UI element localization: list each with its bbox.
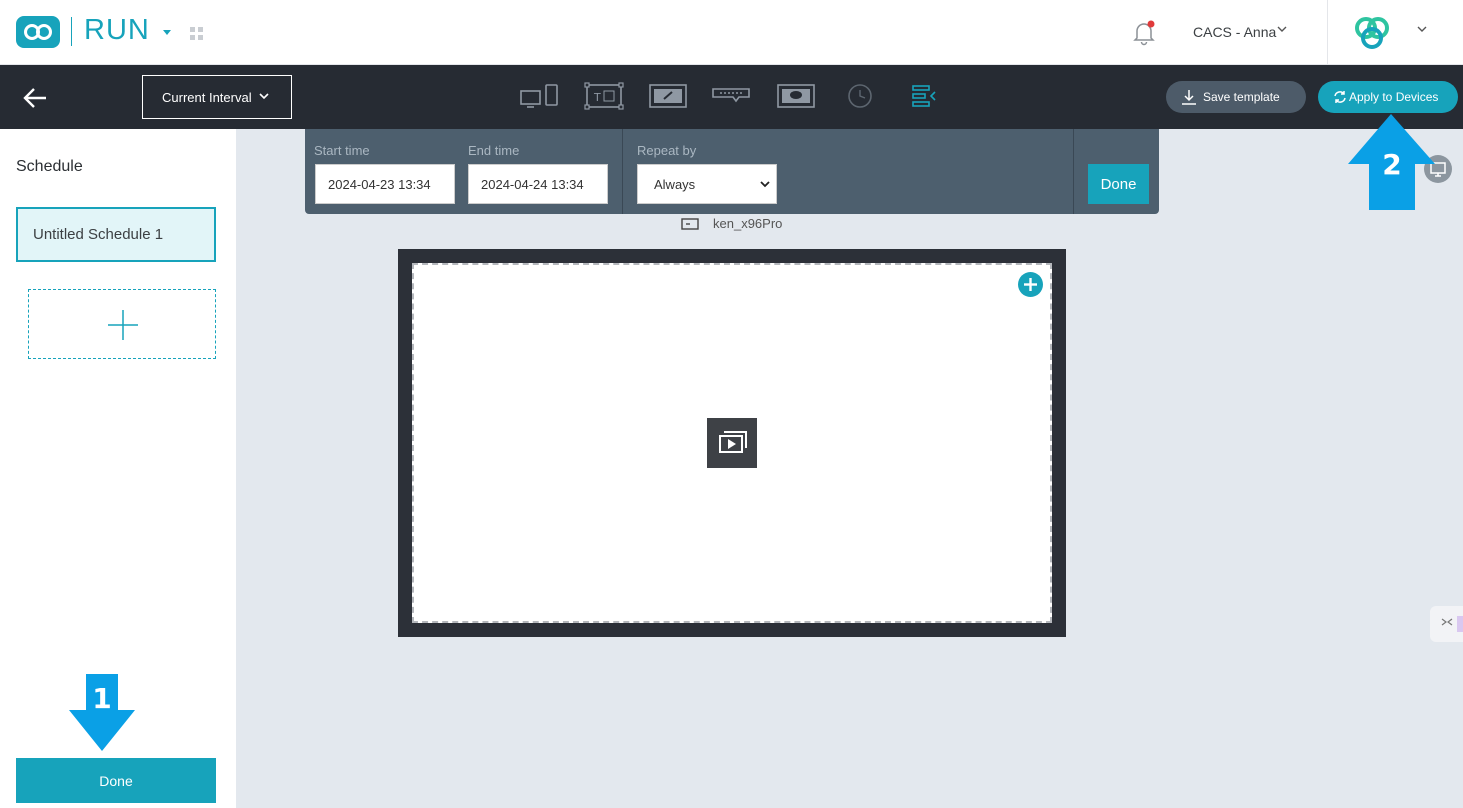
device-label: ken_x96Pro: [681, 216, 782, 231]
app-caret-icon[interactable]: [163, 30, 171, 35]
start-time-input[interactable]: 2024-04-23 13:34: [315, 164, 455, 204]
message-icon[interactable]: [776, 82, 816, 110]
header-divider: [1327, 0, 1328, 65]
device-icon[interactable]: [519, 82, 561, 110]
add-schedule-button[interactable]: [28, 289, 216, 359]
panel-divider: [622, 129, 623, 214]
chevron-down-icon: [259, 93, 269, 100]
brand-logo-icon[interactable]: [1352, 14, 1392, 52]
side-panel-toggle-icon[interactable]: [1430, 606, 1463, 642]
sidebar-title: Schedule: [16, 158, 83, 175]
step-2-number: 2: [1382, 148, 1401, 181]
logo-icon[interactable]: [16, 16, 60, 48]
step-1-arrow: 1: [69, 674, 135, 751]
image-widget-icon[interactable]: [648, 82, 688, 110]
panel-divider: [1073, 129, 1074, 214]
chevron-down-icon[interactable]: [1416, 24, 1428, 34]
schedule-list-item[interactable]: Untitled Schedule 1: [16, 207, 216, 262]
repeat-by-label: Repeat by: [637, 143, 697, 158]
sync-icon: [1334, 91, 1346, 103]
sidebar-done-button[interactable]: Done: [16, 758, 216, 803]
svg-text:T: T: [593, 91, 601, 104]
end-time-label: End time: [468, 143, 520, 158]
device-icon: [681, 217, 699, 230]
apply-to-devices-button[interactable]: Apply to Devices: [1318, 81, 1458, 113]
step-1-number: 1: [92, 682, 111, 715]
logo-divider: [71, 17, 72, 46]
device-name: ken_x96Pro: [713, 216, 783, 231]
app-name[interactable]: RUN: [84, 14, 150, 47]
repeat-by-select[interactable]: Always: [637, 164, 777, 204]
text-widget-icon[interactable]: T: [584, 82, 624, 110]
download-icon: [1182, 90, 1196, 105]
plus-icon: [108, 310, 138, 340]
add-zone-icon[interactable]: [1018, 272, 1043, 297]
schedule-item-label: Untitled Schedule 1: [33, 226, 164, 243]
media-playlist-icon[interactable]: [707, 418, 757, 468]
schedule-time-panel: Start time 2024-04-23 13:34 End time 202…: [305, 129, 1159, 214]
time-panel-done-button[interactable]: Done: [1088, 164, 1149, 204]
chevron-down-icon: [760, 181, 770, 188]
notification-bell-icon[interactable]: [1132, 20, 1156, 46]
ticker-icon[interactable]: [711, 82, 751, 110]
clock-icon[interactable]: [846, 82, 874, 110]
back-arrow-icon[interactable]: [22, 86, 48, 110]
repeat-by-value: Always: [654, 176, 696, 192]
align-icon[interactable]: [909, 82, 937, 110]
top-header: RUN CACS - Anna: [0, 0, 1463, 65]
apply-to-devices-label: Apply to Devices: [1349, 90, 1439, 104]
chevron-down-icon[interactable]: [1276, 24, 1288, 34]
save-template-button[interactable]: Save template: [1166, 81, 1306, 113]
step-2-arrow: 2: [1348, 114, 1435, 210]
save-template-label: Save template: [1203, 90, 1280, 104]
apps-grid-icon[interactable]: [190, 27, 203, 40]
user-name[interactable]: CACS - Anna: [1193, 24, 1276, 40]
start-time-label: Start time: [314, 143, 370, 158]
interval-label: Current Interval: [162, 89, 252, 105]
interval-dropdown[interactable]: Current Interval: [142, 75, 292, 119]
end-time-input[interactable]: 2024-04-24 13:34: [468, 164, 608, 204]
editor-toolbar: Current Interval T Save template Apply t…: [0, 65, 1463, 129]
